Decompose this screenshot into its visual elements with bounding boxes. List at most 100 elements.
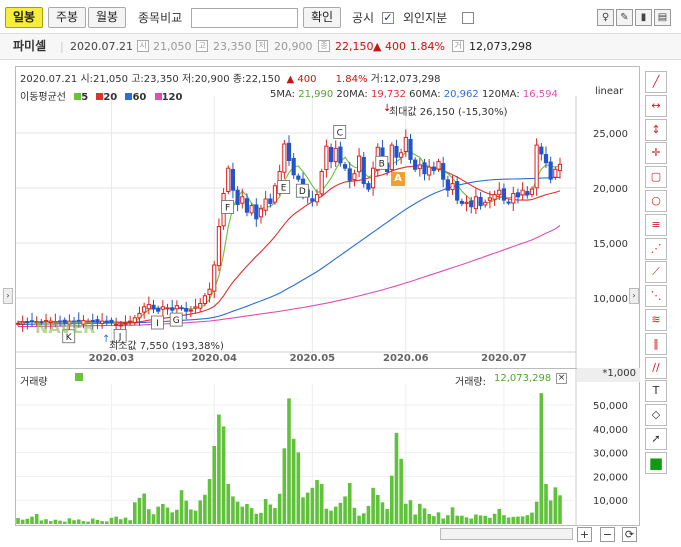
volume-y-ticks: 10,000 20,000 30,000 40,000 50,000 <box>593 401 628 507</box>
event-marker-letter: B <box>379 159 385 169</box>
max-arrow-icon: ↓ <box>383 103 392 114</box>
volume-bar <box>488 517 492 524</box>
legend-change: ▲ 400 <box>286 74 317 85</box>
cycle-icon[interactable]: ‖ <box>645 332 667 355</box>
crosshair-icon[interactable]: ✛ <box>645 142 667 165</box>
volume-tick-label: 20,000 <box>593 472 628 483</box>
candle-body <box>506 201 511 204</box>
ma120-value-label: 120MA: <box>481 89 520 100</box>
volume-bar <box>436 512 441 524</box>
vertical-arrow-icon[interactable]: ↕ <box>645 118 667 141</box>
volume-bar <box>25 518 30 524</box>
volume-bar <box>548 500 553 524</box>
zoom-in-button[interactable]: + <box>577 527 592 542</box>
volume-bar <box>179 490 184 524</box>
candle-body <box>286 142 292 161</box>
candle-body <box>319 171 324 195</box>
candle-body <box>417 164 422 170</box>
volume-bar <box>530 512 534 524</box>
candle-body <box>515 192 521 198</box>
diagonal-line-icon[interactable]: ╱ <box>645 71 667 93</box>
horizontal-arrow-icon[interactable]: ↔ <box>645 94 667 117</box>
volume-bar <box>39 520 44 524</box>
candle-body <box>165 307 170 310</box>
volume-bar <box>156 506 160 524</box>
color-icon[interactable]: ■ <box>645 451 667 474</box>
event-marker-letter: G <box>173 316 180 326</box>
zoom-out-button[interactable]: − <box>600 527 615 542</box>
volume-value-label: 거래량: <box>455 377 486 388</box>
volume-bar <box>118 519 123 524</box>
volume-bar <box>249 508 254 524</box>
volume-bar <box>497 509 502 524</box>
volume-bar <box>296 452 301 524</box>
date-tick-label: 2020.06 <box>383 353 429 364</box>
volume-bar <box>259 512 263 524</box>
candle-body <box>314 194 320 203</box>
candle-body <box>207 288 212 295</box>
pointer-icon[interactable]: ➚ <box>645 428 667 450</box>
candle-body <box>328 147 334 163</box>
candle-body <box>226 167 231 193</box>
fibo-fan-icon[interactable]: ⋰ <box>645 237 667 260</box>
candle-body <box>188 309 193 312</box>
circle-icon[interactable]: ○ <box>645 190 667 212</box>
gridlines <box>16 96 577 526</box>
volume-bar <box>324 508 329 524</box>
candle-body <box>193 306 198 309</box>
volume-bar <box>315 479 319 524</box>
volume-bar <box>432 516 436 524</box>
fibo-icon[interactable]: ≡ <box>645 213 667 236</box>
volume-bar <box>404 503 408 524</box>
volume-bar <box>48 521 53 524</box>
speed-line-icon[interactable]: ⟋ <box>645 261 667 284</box>
ma20-label: 20 <box>103 92 118 103</box>
legend-low: 20,900 <box>194 74 230 85</box>
volume-bar <box>389 475 394 524</box>
reset-button[interactable]: ⟳ <box>622 527 637 542</box>
scrollbar[interactable] <box>440 528 573 540</box>
candle-body <box>202 295 207 304</box>
legend-open-label: 시: <box>80 74 94 85</box>
volume-bar <box>128 520 132 524</box>
volume-bar <box>441 518 445 524</box>
candle-body <box>431 166 436 171</box>
candle-body <box>338 146 343 164</box>
volume-bar <box>104 521 109 524</box>
volume-close-icon[interactable]: × <box>556 373 567 384</box>
candle-body <box>104 320 109 323</box>
event-marker-letter: D <box>299 187 306 197</box>
channel-icon[interactable]: ≋ <box>645 309 667 331</box>
candle-body <box>109 319 114 324</box>
volume-bar <box>282 448 287 524</box>
volume-bar <box>413 514 417 524</box>
volume-bar <box>161 504 165 524</box>
candle-body <box>170 307 175 311</box>
eraser-icon[interactable]: ◇ <box>645 404 667 427</box>
volume-bar <box>44 519 48 524</box>
candle-body <box>25 321 30 324</box>
volume-bar <box>516 516 520 524</box>
ma5-value-label: 5MA: <box>270 89 296 100</box>
candle-body <box>151 304 156 310</box>
scale-label[interactable]: linear <box>595 86 623 97</box>
volume-bar <box>464 517 469 524</box>
volume-bar <box>151 514 156 524</box>
volume-bar <box>520 516 525 524</box>
date-tick-label: 2020.05 <box>290 353 336 364</box>
marker-a[interactable]: A <box>391 172 405 186</box>
parallel-icon[interactable]: // <box>645 356 667 379</box>
candle-body <box>361 156 366 185</box>
volume-bar <box>478 515 483 524</box>
volume-bar <box>506 517 511 524</box>
text-icon[interactable]: T <box>645 380 667 403</box>
candle-body <box>557 163 563 172</box>
volume-bar <box>399 458 403 524</box>
candle-body <box>249 205 254 214</box>
volume-bar <box>86 521 90 524</box>
rectangle-icon[interactable]: ▢ <box>645 166 667 189</box>
candle-body <box>216 226 222 267</box>
candle-body <box>342 164 348 169</box>
ma-legend-title: 이동평균선 <box>20 92 66 103</box>
gann-fan-icon[interactable]: ⋱ <box>645 285 667 308</box>
